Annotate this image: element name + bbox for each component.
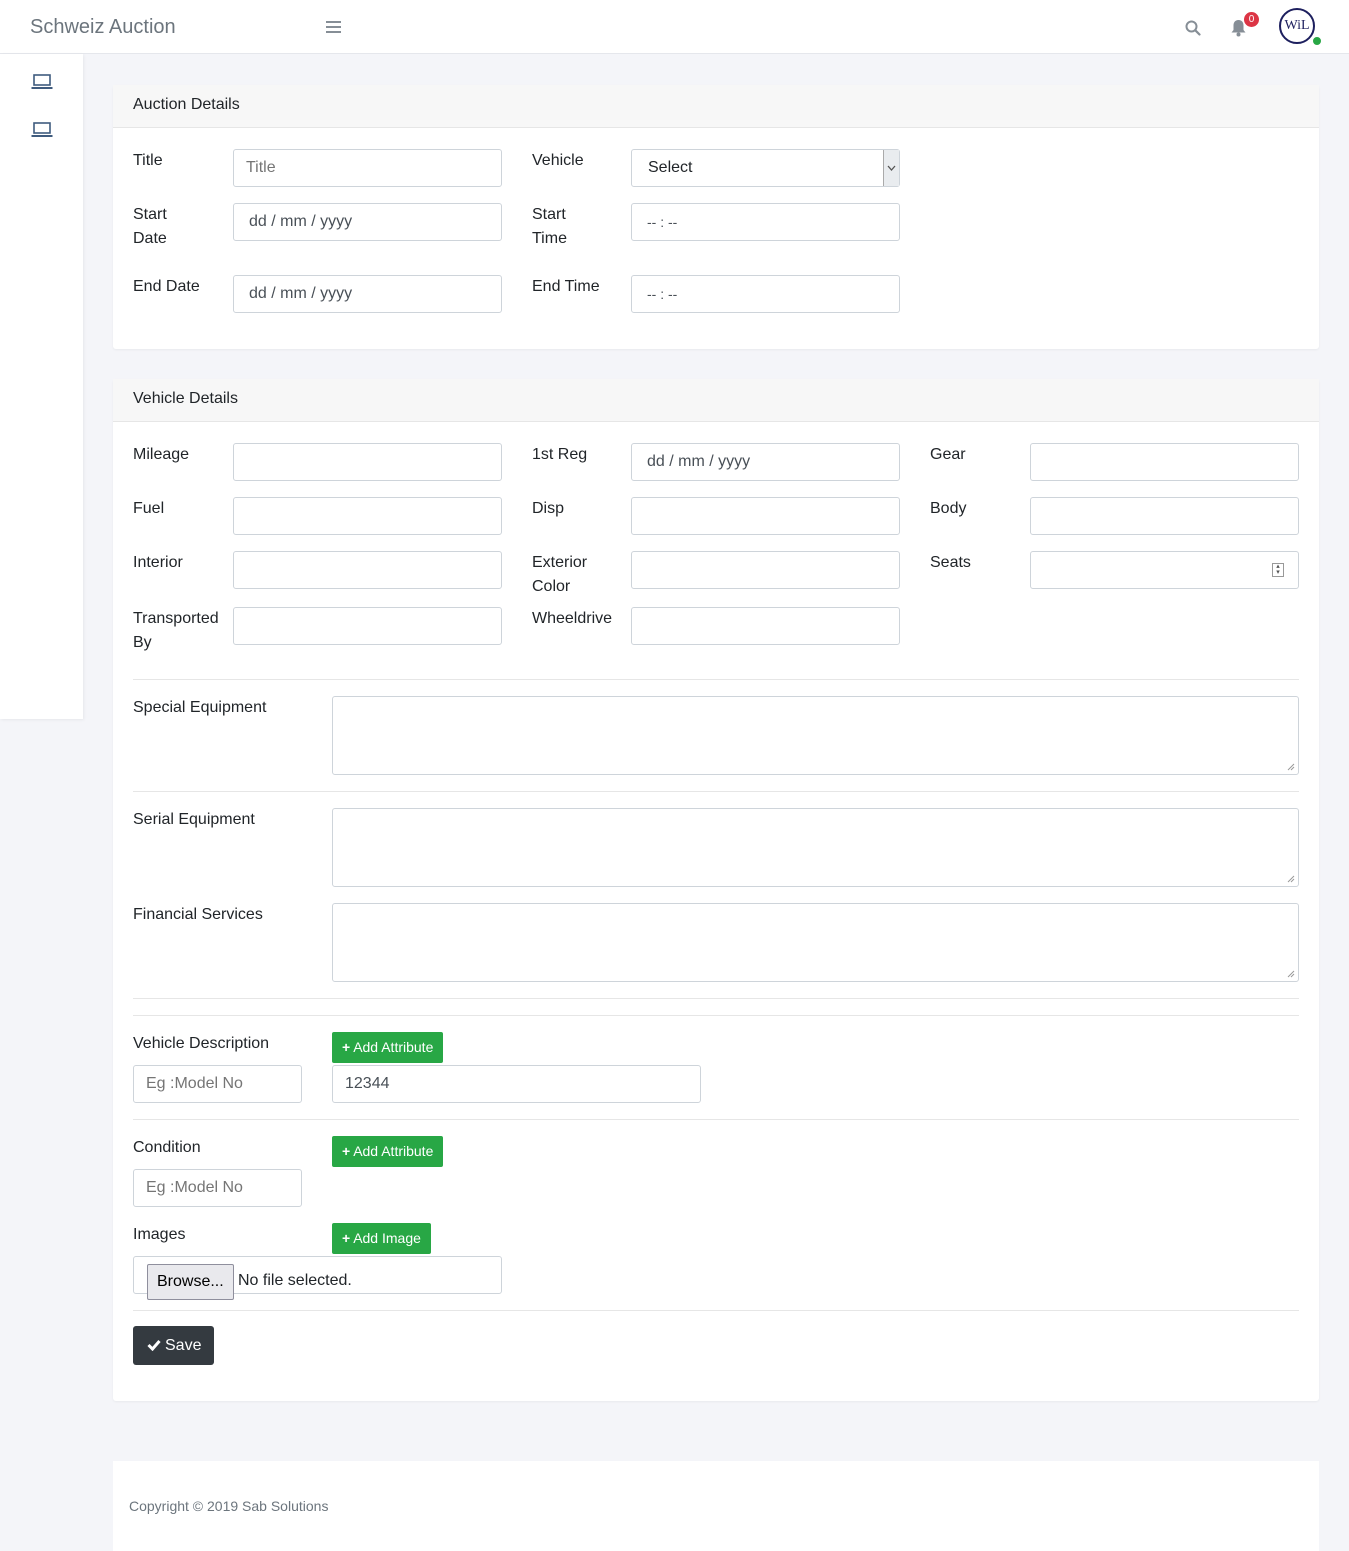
interior-label: Interior: [133, 554, 183, 571]
exterior-color-input[interactable]: [631, 551, 900, 589]
footer: Copyright © 2019 Sab Solutions: [113, 1461, 1319, 1551]
divider: [133, 998, 1299, 999]
gear-input[interactable]: [1030, 443, 1299, 481]
vehicle-details-card: Vehicle Details Mileage 1st Reg dd / mm …: [113, 379, 1319, 1401]
resize-grip-icon[interactable]: [1287, 875, 1295, 883]
first-reg-input[interactable]: dd / mm / yyyy: [631, 443, 900, 481]
start-date-input[interactable]: dd / mm / yyyy: [233, 203, 502, 241]
chevron-down-icon: [883, 150, 899, 186]
interior-input[interactable]: [233, 551, 502, 589]
laptop-icon[interactable]: [31, 122, 53, 138]
save-label: Save: [165, 1337, 202, 1354]
start-time-value: -- : --: [647, 214, 678, 230]
image-file-input[interactable]: Browse... No file selected.: [133, 1256, 502, 1300]
transported-by-label: Transported By: [133, 610, 219, 651]
vehicle-description-label: Vehicle Description: [133, 1035, 270, 1052]
browse-button[interactable]: Browse...: [147, 1264, 234, 1300]
add-attribute-label: Add Attribute: [353, 1143, 434, 1159]
laptop-icon[interactable]: [31, 74, 53, 90]
start-date-value: dd / mm / yyyy: [249, 213, 353, 230]
financial-services-textarea[interactable]: [332, 903, 1299, 982]
copyright-text: Copyright © 2019 Sab Solutions: [129, 1498, 329, 1514]
search-icon[interactable]: [1185, 20, 1201, 36]
start-time-label: Start Time: [532, 206, 567, 247]
disp-label: Disp: [532, 500, 565, 517]
number-spinner-icon[interactable]: ▴ ▾: [1272, 563, 1284, 577]
auction-details-header: Auction Details: [113, 85, 1319, 128]
divider: [133, 791, 1299, 792]
add-attribute-button[interactable]: + Add Attribute: [332, 1136, 444, 1167]
images-label: Images: [133, 1226, 186, 1243]
vehicle-description-value-input[interactable]: 12344: [332, 1065, 701, 1103]
condition-label: Condition: [133, 1139, 201, 1156]
plus-icon: +: [342, 1039, 351, 1055]
start-date-label: Start Date: [133, 206, 167, 247]
save-button[interactable]: Save: [133, 1326, 214, 1365]
serial-equipment-label: Serial Equipment: [133, 811, 255, 828]
financial-services-label: Financial Services: [133, 906, 263, 923]
mileage-input[interactable]: [233, 443, 502, 481]
serial-equipment-textarea[interactable]: [332, 808, 1299, 887]
resize-grip-icon[interactable]: [1287, 970, 1295, 978]
add-attribute-button[interactable]: + Add Attribute: [332, 1032, 444, 1063]
end-date-label: End Date: [133, 278, 200, 295]
top-navbar: Schweiz Auction 0 WiL: [0, 0, 1349, 54]
transported-by-input[interactable]: [233, 607, 502, 645]
end-time-label: End Time: [532, 278, 600, 295]
start-time-input[interactable]: -- : --: [631, 203, 900, 241]
vehicle-label: Vehicle: [532, 152, 584, 169]
fuel-input[interactable]: [233, 497, 502, 535]
exterior-color-label: Exterior Color: [532, 554, 588, 595]
divider: [133, 1119, 1299, 1120]
end-date-value: dd / mm / yyyy: [249, 285, 353, 302]
body-input[interactable]: [1030, 497, 1299, 535]
online-status-dot: [1312, 36, 1322, 46]
plus-icon: +: [342, 1143, 351, 1159]
vehicle-details-header: Vehicle Details: [113, 379, 1319, 422]
vehicle-description-key-input[interactable]: [133, 1065, 302, 1103]
gear-label: Gear: [930, 446, 966, 463]
title-input[interactable]: [233, 149, 502, 187]
add-attribute-label: Add Attribute: [353, 1039, 434, 1055]
plus-icon: +: [342, 1230, 351, 1246]
disp-input[interactable]: [631, 497, 900, 535]
file-status-text: No file selected.: [238, 1272, 352, 1289]
notification-badge: 0: [1244, 12, 1259, 27]
end-date-input[interactable]: dd / mm / yyyy: [233, 275, 502, 313]
end-time-value: -- : --: [647, 286, 678, 302]
add-image-button[interactable]: + Add Image: [332, 1223, 431, 1254]
first-reg-value: dd / mm / yyyy: [647, 453, 751, 470]
vehicle-select-value: Select: [648, 159, 693, 176]
divider: [133, 679, 1299, 680]
mileage-label: Mileage: [133, 446, 190, 463]
sidebar: [0, 54, 83, 719]
special-equipment-label: Special Equipment: [133, 699, 267, 716]
seats-label: Seats: [930, 554, 971, 571]
end-time-input[interactable]: -- : --: [631, 275, 900, 313]
seats-number-input[interactable]: ▴ ▾: [1030, 551, 1299, 589]
divider: [133, 1015, 1299, 1016]
condition-key-input[interactable]: [133, 1169, 302, 1207]
special-equipment-textarea[interactable]: [332, 696, 1299, 775]
resize-grip-icon[interactable]: [1287, 763, 1295, 771]
body-label: Body: [930, 500, 967, 517]
add-image-label: Add Image: [353, 1230, 421, 1246]
avatar[interactable]: WiL: [1279, 8, 1315, 44]
vehicle-select[interactable]: Select: [631, 149, 900, 187]
hamburger-menu-icon[interactable]: [326, 21, 341, 35]
wheeldrive-input[interactable]: [631, 607, 900, 645]
auction-details-card: Auction Details Title Vehicle Select Sta…: [113, 85, 1319, 349]
fuel-label: Fuel: [133, 500, 165, 517]
first-reg-label: 1st Reg: [532, 446, 588, 463]
brand-title[interactable]: Schweiz Auction: [30, 16, 176, 39]
wheeldrive-label: Wheeldrive: [532, 610, 613, 627]
title-label: Title: [133, 152, 163, 169]
divider: [133, 1310, 1299, 1311]
check-icon: [147, 1340, 161, 1352]
